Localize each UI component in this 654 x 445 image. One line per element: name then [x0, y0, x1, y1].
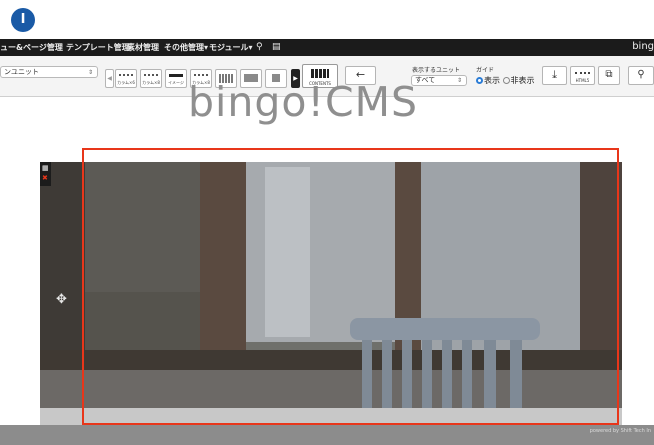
annotation-marker: I [11, 8, 35, 32]
brand-logo: bing [632, 41, 654, 52]
page-footer [0, 425, 654, 445]
layout-button-col8[interactable]: カラム×8 [140, 69, 162, 88]
guide-option-show[interactable]: 表示 [476, 76, 500, 85]
bar-chart-icon[interactable]: ▦ [42, 164, 49, 172]
search-icon[interactable]: ⚲ [256, 42, 263, 52]
display-unit-select[interactable]: すべて ⇕ [411, 75, 467, 86]
guide-label: ガイド [476, 67, 495, 74]
layout-button-col6[interactable]: カラム×6 [115, 69, 137, 88]
top-menu-bar: ュー&ページ管理 テンプレート管理 素材管理 その他管理▾ モジュール▾ ⚲ ▤… [0, 39, 654, 56]
powered-by-text: powered by Shift Tech In [589, 428, 651, 434]
copy-button[interactable]: ⧉ [598, 66, 620, 85]
menu-item-material[interactable]: 素材管理 [127, 42, 159, 53]
html5-button[interactable]: HTML5 [570, 66, 595, 85]
delete-icon[interactable]: ✖ [42, 174, 48, 182]
move-handle-icon[interactable]: ✥ [56, 292, 67, 307]
unit-control-strip: ▦ ✖ [40, 162, 51, 186]
guide-option-hide[interactable]: 非表示 [502, 76, 535, 85]
unit-select[interactable]: ンユニット ⇕ [0, 66, 98, 78]
layout-button-image[interactable]: イメージ [165, 69, 187, 88]
display-unit-label: 表示するユニット [412, 67, 461, 74]
copy-icon: ⧉ [605, 69, 613, 80]
user-search-icon: ⚲ [637, 69, 645, 80]
menu-item-template[interactable]: テンプレート管理 [66, 42, 130, 53]
menu-item-module[interactable]: モジュール▾ [209, 42, 252, 53]
highlight-box [82, 148, 619, 425]
download-button[interactable]: ⤓ [542, 66, 567, 85]
site-logo: bingo!CMS [188, 78, 418, 126]
page-icon[interactable]: ▤ [272, 42, 281, 52]
menu-item-menu-page[interactable]: ュー&ページ管理 [0, 42, 63, 53]
guide-toggle: 表示 非表示 [476, 75, 535, 86]
menu-item-other[interactable]: その他管理▾ [164, 42, 208, 53]
download-icon: ⤓ [552, 68, 557, 81]
user-search-button[interactable]: ⚲ [628, 66, 654, 85]
layout-prev-button[interactable]: ◀ [105, 69, 114, 88]
